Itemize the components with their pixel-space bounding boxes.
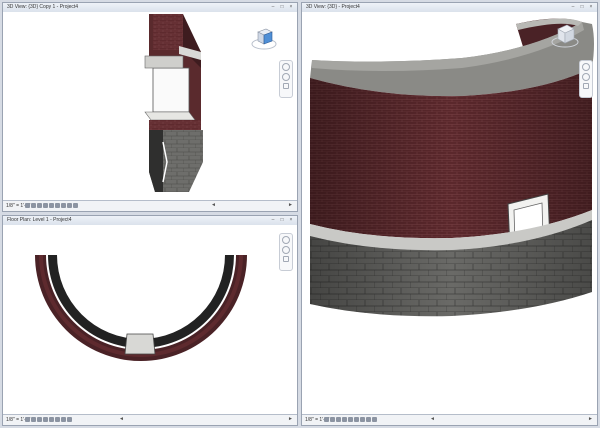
reveal-hidden-icon[interactable] bbox=[73, 203, 78, 208]
close-button[interactable]: × bbox=[588, 4, 594, 10]
shadows-icon[interactable] bbox=[43, 417, 48, 422]
detail-level-icon[interactable] bbox=[324, 417, 329, 422]
window-title: 3D View: {3D} - Project4 bbox=[306, 4, 360, 10]
hide-isolate-icon[interactable] bbox=[366, 417, 371, 422]
scroll-left-button[interactable]: ◄ bbox=[430, 417, 435, 422]
viewcube-icon[interactable] bbox=[550, 22, 580, 48]
view-control-bar: 1/8" = 1'-0" ◄ ► bbox=[3, 200, 297, 211]
zoom-icon[interactable] bbox=[282, 73, 290, 81]
minimize-button[interactable]: – bbox=[570, 4, 576, 10]
minimize-button[interactable]: – bbox=[270, 217, 276, 223]
hide-isolate-icon[interactable] bbox=[67, 417, 72, 422]
crop-view-icon[interactable] bbox=[49, 417, 54, 422]
scroll-right-button[interactable]: ► bbox=[288, 417, 293, 422]
scroll-left-button[interactable]: ◄ bbox=[211, 203, 216, 208]
visual-style-icon[interactable] bbox=[31, 203, 36, 208]
lock-view-icon[interactable] bbox=[61, 417, 66, 422]
maximize-button[interactable]: □ bbox=[579, 4, 585, 10]
scroll-right-button[interactable]: ► bbox=[288, 203, 293, 208]
drawing-canvas[interactable] bbox=[302, 12, 597, 415]
visual-style-icon[interactable] bbox=[330, 417, 335, 422]
navigation-bar[interactable] bbox=[279, 60, 293, 98]
curved-wall-3d bbox=[310, 18, 594, 317]
steering-wheel-icon[interactable] bbox=[582, 63, 590, 71]
show-crop-icon[interactable] bbox=[354, 417, 359, 422]
drawing-canvas[interactable] bbox=[3, 12, 297, 201]
crop-view-icon[interactable] bbox=[49, 203, 54, 208]
detail-level-icon[interactable] bbox=[25, 203, 30, 208]
reveal-hidden-icon[interactable] bbox=[372, 417, 377, 422]
visual-style-icon[interactable] bbox=[31, 417, 36, 422]
shadows-icon[interactable] bbox=[342, 417, 347, 422]
view-window-floor-plan[interactable]: Floor Plan: Level 1 - Project4 – □ × 1/8… bbox=[2, 215, 298, 426]
close-button[interactable]: × bbox=[288, 217, 294, 223]
crop-view-icon[interactable] bbox=[348, 417, 353, 422]
view-control-bar: 1/8" = 1'-0" ◄ ► bbox=[302, 414, 597, 425]
zoom-icon[interactable] bbox=[582, 73, 590, 81]
show-crop-icon[interactable] bbox=[55, 417, 60, 422]
steering-wheel-icon[interactable] bbox=[282, 236, 290, 244]
pan-icon[interactable] bbox=[283, 83, 289, 89]
scroll-right-button[interactable]: ► bbox=[588, 417, 593, 422]
pan-icon[interactable] bbox=[583, 83, 589, 89]
minimize-button[interactable]: – bbox=[270, 4, 276, 10]
hide-isolate-icon[interactable] bbox=[67, 203, 72, 208]
lock-view-icon[interactable] bbox=[360, 417, 365, 422]
scroll-left-button[interactable]: ◄ bbox=[119, 417, 124, 422]
navigation-bar[interactable] bbox=[279, 233, 293, 271]
maximize-button[interactable]: □ bbox=[279, 217, 285, 223]
steering-wheel-icon[interactable] bbox=[282, 63, 290, 71]
window-title: 3D View: {3D} Copy 1 - Project4 bbox=[7, 4, 79, 10]
view-window-3d-copy[interactable]: 3D View: {3D} Copy 1 - Project4 – □ × 1/… bbox=[2, 2, 298, 212]
show-crop-icon[interactable] bbox=[55, 203, 60, 208]
view-control-bar: 1/8" = 1'-0" ◄ ► bbox=[3, 414, 297, 425]
window-title: Floor Plan: Level 1 - Project4 bbox=[7, 217, 72, 223]
shadows-icon[interactable] bbox=[43, 203, 48, 208]
detail-level-icon[interactable] bbox=[25, 417, 30, 422]
close-button[interactable]: × bbox=[288, 4, 294, 10]
viewcube-icon[interactable] bbox=[251, 26, 277, 50]
sun-path-icon[interactable] bbox=[336, 417, 341, 422]
sun-path-icon[interactable] bbox=[37, 203, 42, 208]
drawing-canvas[interactable] bbox=[3, 225, 297, 415]
view-window-3d[interactable]: 3D View: {3D} - Project4 – □ × 1/8" = 1'… bbox=[301, 2, 598, 426]
curved-wall-plan bbox=[35, 255, 247, 361]
maximize-button[interactable]: □ bbox=[279, 4, 285, 10]
sun-path-icon[interactable] bbox=[37, 417, 42, 422]
zoom-icon[interactable] bbox=[282, 246, 290, 254]
pan-icon[interactable] bbox=[283, 256, 289, 262]
lock-view-icon[interactable] bbox=[61, 203, 66, 208]
navigation-bar[interactable] bbox=[579, 60, 593, 98]
